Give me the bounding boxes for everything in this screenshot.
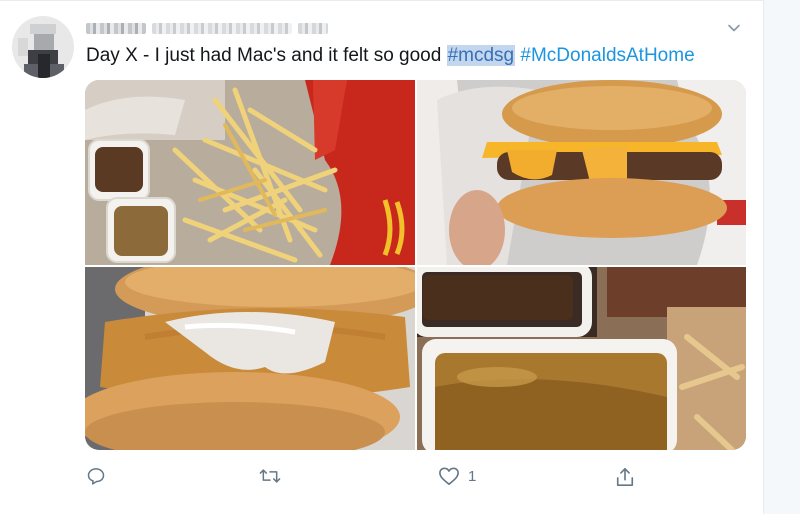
share-button[interactable]	[615, 466, 643, 488]
reply-icon	[87, 468, 105, 485]
redacted-timestamp	[298, 22, 328, 34]
retweet-button[interactable]	[258, 466, 290, 486]
avatar[interactable]	[12, 16, 74, 78]
retweet-icon	[259, 469, 281, 483]
hashtag-mcdsg[interactable]: #mcdsg	[446, 45, 516, 66]
redacted-display-name	[86, 22, 146, 34]
photo-fries[interactable]	[85, 80, 415, 265]
photo-cheeseburger-image	[417, 80, 746, 265]
photo-sauce-cups[interactable]	[417, 267, 746, 450]
chevron-down-icon[interactable]	[727, 21, 741, 35]
tweet-actions: 1	[0, 466, 764, 492]
tweet-text: Day X - I just had Mac's and it felt so …	[86, 44, 756, 68]
photo-sauce-cups-image	[417, 267, 746, 450]
media-grid	[85, 80, 746, 450]
author-name-redacted[interactable]	[86, 18, 328, 38]
like-icon	[439, 467, 459, 485]
reply-button[interactable]	[86, 466, 114, 486]
like-button[interactable]: 1	[438, 466, 476, 486]
hashtag-mcdonaldsathome[interactable]: #McDonaldsAtHome	[520, 45, 694, 66]
photo-fish-sandwich[interactable]	[85, 267, 415, 450]
photo-fish-sandwich-image	[85, 267, 415, 450]
photo-fries-image	[85, 80, 415, 265]
page-scroll-edge	[763, 0, 800, 514]
photo-cheeseburger[interactable]	[417, 80, 746, 265]
like-count: 1	[468, 467, 477, 485]
tweet-body: Day X - I just had Mac's and it felt so …	[86, 45, 442, 66]
top-divider	[0, 0, 764, 1]
share-icon	[616, 468, 634, 486]
redacted-handle	[152, 22, 292, 34]
